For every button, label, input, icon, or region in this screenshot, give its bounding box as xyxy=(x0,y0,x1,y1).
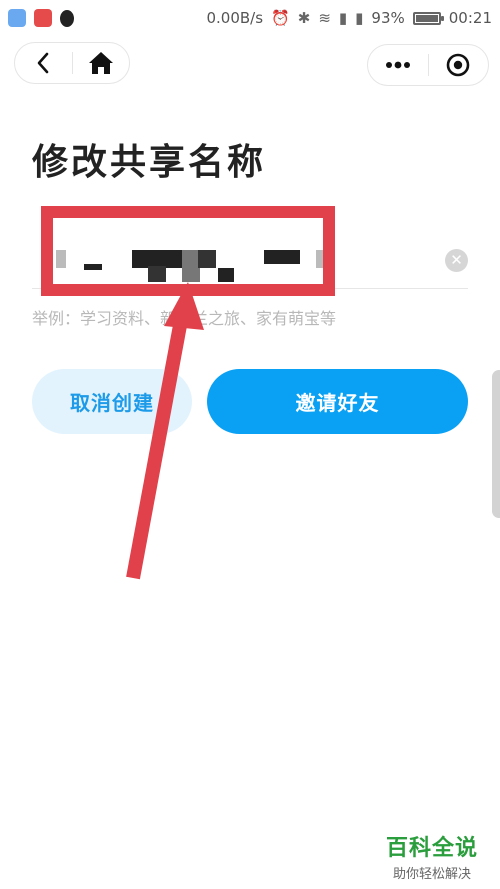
bluetooth-icon: ✱ xyxy=(297,9,311,27)
nav-capsule-right xyxy=(367,44,489,86)
back-icon xyxy=(37,52,49,74)
clock: 00:21 xyxy=(448,9,492,27)
home-icon xyxy=(88,52,113,74)
cancel-create-button[interactable]: 取消创建 xyxy=(32,369,192,434)
netease-music-icon xyxy=(34,9,52,27)
close-miniapp-button[interactable] xyxy=(429,45,489,85)
nav-capsule-left xyxy=(14,42,130,84)
target-icon xyxy=(446,53,470,77)
signal-icon: ▮ xyxy=(338,9,348,27)
more-button[interactable] xyxy=(368,45,428,85)
watermark-sub: 助你轻松解决 xyxy=(392,867,471,882)
signal-icon-2: ▮ xyxy=(355,9,364,27)
battery-icon xyxy=(412,11,444,25)
invite-friends-button[interactable]: 邀请好友 xyxy=(207,369,468,434)
battery-fill xyxy=(415,14,439,22)
shield-app-icon xyxy=(8,9,26,27)
home-button[interactable] xyxy=(73,43,130,83)
wifi-icon: ≋ xyxy=(318,9,331,27)
clear-input-button[interactable]: ✕ xyxy=(445,249,468,272)
net-speed: 0.00B/s xyxy=(206,9,264,27)
scroll-handle[interactable] xyxy=(492,370,500,518)
share-name-input[interactable] xyxy=(32,236,436,288)
input-hint: 举例：学习资料、新西兰之旅、家有萌宝等 xyxy=(32,309,337,328)
share-name-field: ✕ xyxy=(32,236,468,289)
close-icon: ✕ xyxy=(450,251,463,269)
back-button[interactable] xyxy=(15,43,72,83)
status-left xyxy=(8,9,74,27)
page-title: 修改共享名称 xyxy=(32,142,267,183)
status-right: 0.00B/s ⏰ ✱ ≋ ▮ ▮ 93% 00:21 xyxy=(206,9,492,27)
watermark-logo: 百科全说 助你轻松解决 xyxy=(376,830,488,882)
battery-percent: 93% xyxy=(371,9,405,27)
more-icon xyxy=(385,61,410,69)
status-bar: 0.00B/s ⏰ ✱ ≋ ▮ ▮ 93% 00:21 xyxy=(0,0,500,36)
qq-icon xyxy=(60,9,74,27)
watermark-main: 百科全说 xyxy=(385,836,478,861)
alarm-icon: ⏰ xyxy=(271,9,290,27)
